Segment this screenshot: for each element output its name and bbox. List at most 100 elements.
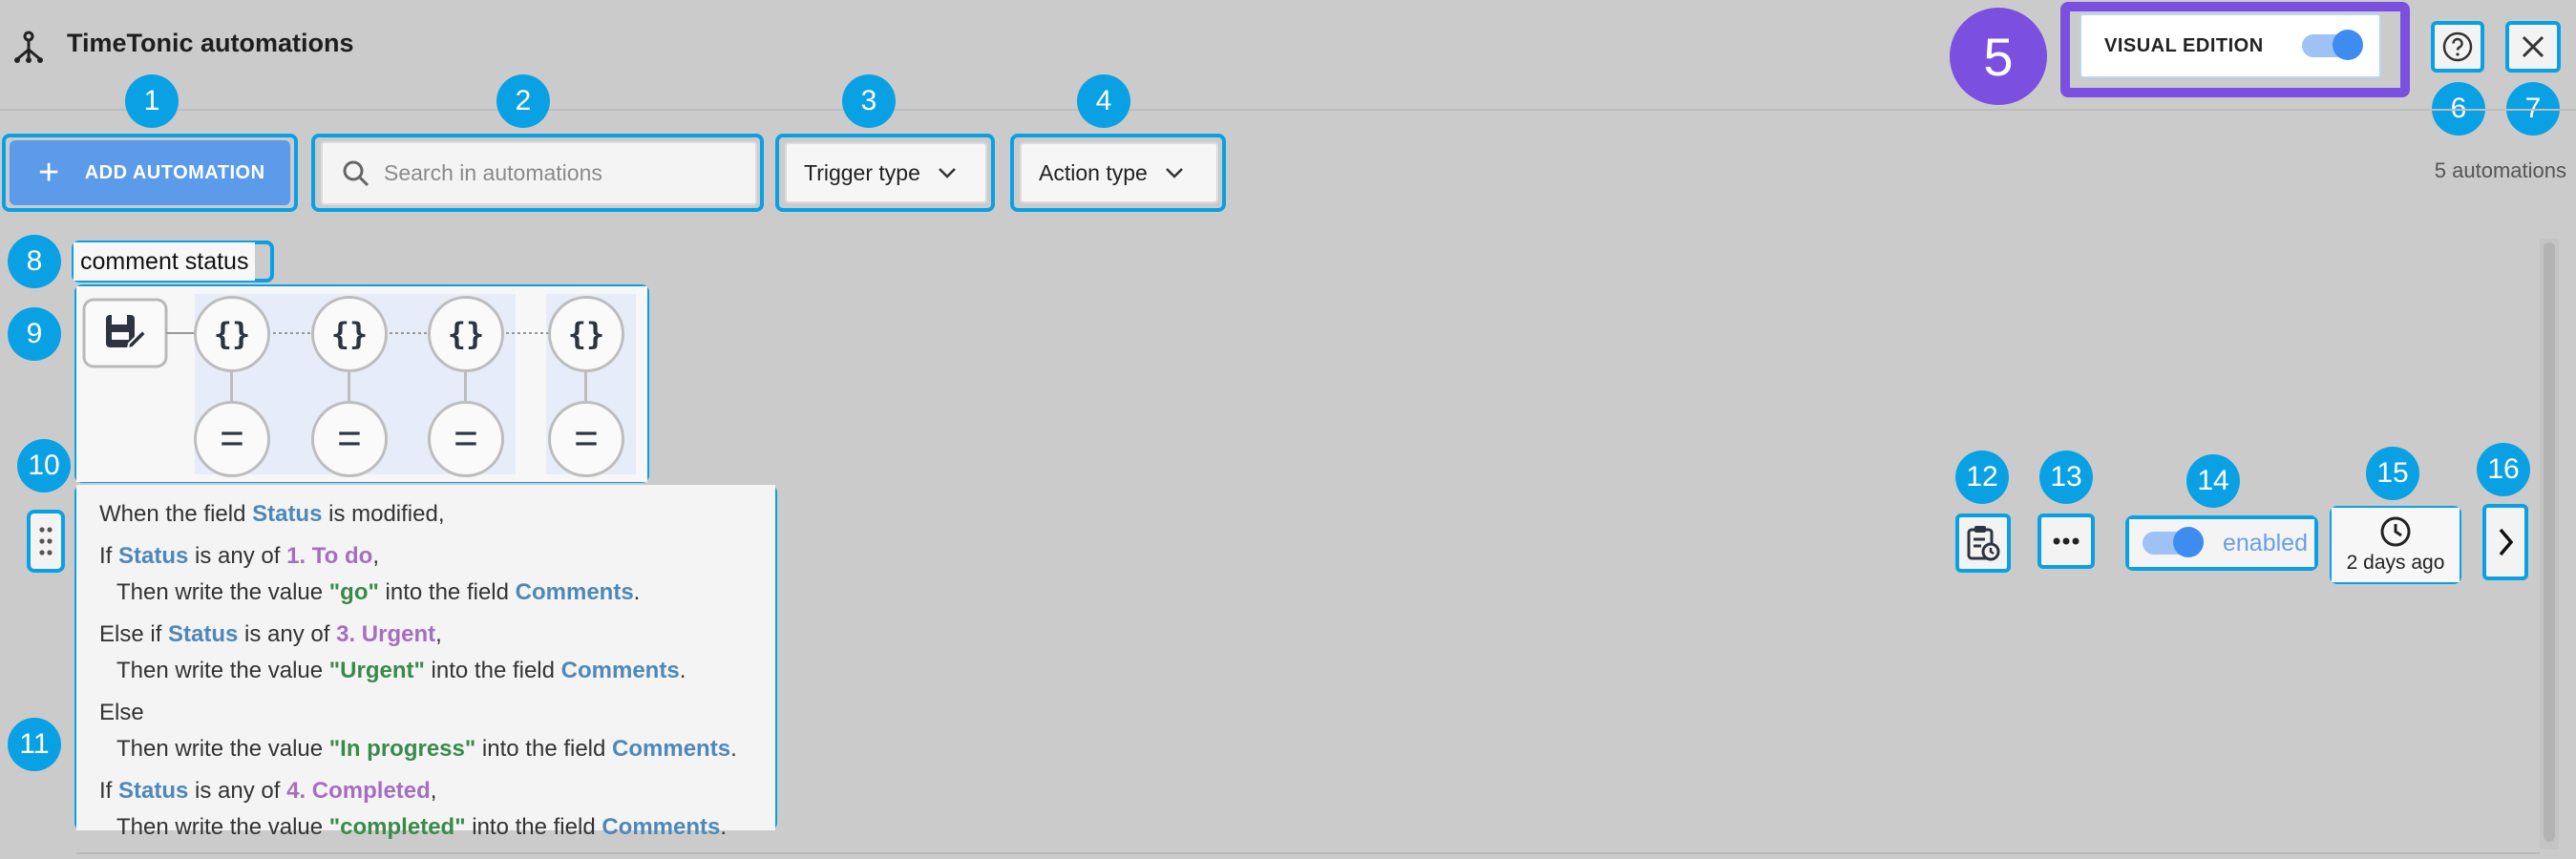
description-token: Status	[168, 621, 239, 647]
automation-name[interactable]: comment status	[74, 242, 256, 281]
callout-15: 15	[2366, 447, 2419, 500]
description-text: is any of	[238, 621, 337, 647]
description-line: Then write the value "In progress" into …	[99, 731, 775, 767]
enabled-switch[interactable]	[2143, 527, 2204, 557]
callout-8: 8	[8, 235, 61, 288]
callout-1: 1	[125, 74, 179, 128]
description-text: .	[730, 736, 737, 762]
expand-button[interactable]	[2482, 504, 2528, 580]
callout-9: 9	[8, 307, 61, 361]
description-text: Then write the value	[116, 736, 329, 762]
description-line: When the field Status is modified,	[99, 496, 775, 533]
callout-14: 14	[2186, 454, 2240, 508]
enabled-label: enabled	[2223, 529, 2308, 556]
description-text: If	[99, 778, 119, 804]
description-text: .	[633, 579, 641, 605]
drag-handle[interactable]	[27, 510, 65, 573]
description-text: is any of	[188, 543, 287, 569]
description-text: into the field	[378, 579, 516, 605]
visual-edition-switch[interactable]	[2301, 30, 2363, 60]
node-connector	[348, 372, 350, 401]
add-automation-button[interactable]: + ADD AUTOMATION	[10, 140, 290, 205]
automation-diagram[interactable]: {} {} {} {} = = = =	[76, 286, 647, 482]
assign-node-icon[interactable]: =	[194, 401, 270, 477]
callout-5: 5	[1950, 8, 2047, 105]
node-connector	[464, 372, 467, 401]
automation-description: When the field Status is modified, If Sta…	[76, 485, 775, 840]
description-text: ,	[430, 778, 437, 804]
description-text: into the field	[424, 658, 561, 683]
node-connector	[584, 372, 587, 401]
callout-16: 16	[2477, 443, 2530, 496]
description-text: Then write the value	[116, 579, 329, 605]
description-text: When the field	[99, 501, 253, 527]
description-token: Comments	[602, 814, 721, 840]
run-history-button[interactable]	[1955, 513, 2011, 573]
code-node-icon[interactable]: {}	[194, 296, 270, 372]
node-connector	[230, 372, 233, 401]
action-type-label: Action type	[1039, 159, 1148, 185]
enabled-toggle[interactable]: enabled	[2129, 519, 2314, 567]
help-icon	[2442, 31, 2473, 62]
search-input[interactable]: Search in automations	[321, 141, 757, 205]
search-icon	[343, 160, 370, 186]
code-node-icon[interactable]: {}	[311, 296, 388, 372]
callout-2: 2	[496, 74, 550, 128]
header-divider	[0, 109, 2576, 111]
description-text: into the field	[465, 814, 602, 840]
visual-edition-label: VISUAL EDITION	[2104, 34, 2264, 56]
trigger-type-dropdown[interactable]: Trigger type	[785, 142, 987, 203]
description-token: Comments	[515, 579, 634, 605]
description-token: Comments	[612, 736, 731, 762]
last-run-label: 2 days ago	[2346, 552, 2445, 574]
callout-10: 10	[17, 439, 71, 492]
automations-logo-icon	[10, 29, 48, 67]
description-line: Then write the value "completed" into th…	[99, 809, 775, 846]
description-token: Status	[252, 501, 323, 527]
description-token: "go"	[328, 579, 379, 605]
description-text: Then write the value	[116, 658, 329, 683]
search-placeholder: Search in automations	[384, 160, 602, 185]
description-line: Then write the value "Urgent" into the f…	[99, 653, 775, 689]
description-token: Comments	[560, 658, 680, 683]
description-text: Then write the value	[116, 814, 329, 840]
callout-11: 11	[8, 718, 61, 771]
description-text: ,	[372, 543, 379, 569]
code-node-icon[interactable]: {}	[428, 296, 504, 372]
description-text: .	[720, 814, 728, 840]
code-node-icon[interactable]: {}	[548, 296, 624, 372]
description-text: Else	[99, 700, 144, 725]
scrollbar-thumb[interactable]	[2544, 242, 2555, 842]
description-token: 3. Urgent	[336, 621, 436, 647]
callout-13: 13	[2039, 450, 2093, 504]
close-button[interactable]	[2505, 21, 2561, 73]
description-token: "Urgent"	[328, 658, 425, 683]
close-icon	[2522, 35, 2544, 58]
description-line: If Status is any of 4. Completed,	[99, 773, 775, 809]
plus-icon: +	[38, 153, 60, 193]
assign-node-icon[interactable]: =	[428, 401, 504, 477]
last-run-indicator: 2 days ago	[2332, 508, 2460, 582]
grip-dots-icon	[39, 527, 53, 555]
automation-count: 5 automations	[2434, 158, 2566, 182]
clipboard-clock-icon	[1967, 526, 2000, 561]
action-type-dropdown[interactable]: Action type	[1020, 142, 1218, 203]
assign-node-icon[interactable]: =	[311, 401, 388, 477]
callout-4: 4	[1077, 74, 1130, 128]
more-options-button[interactable]	[2038, 513, 2095, 569]
description-token: Status	[118, 778, 189, 804]
add-automation-label: ADD AUTOMATION	[84, 161, 265, 183]
help-button[interactable]	[2431, 21, 2484, 73]
app-title: TimeTonic automations	[67, 29, 354, 57]
description-text: into the field	[475, 736, 613, 762]
description-token: "In progress"	[328, 736, 476, 762]
chevron-down-icon	[938, 168, 956, 178]
visual-edition-toggle[interactable]: VISUAL EDITION	[2080, 13, 2381, 78]
ellipsis-icon	[2053, 537, 2080, 545]
callout-12: 12	[1955, 450, 2009, 504]
description-text: .	[679, 658, 686, 683]
description-line: Else if Status is any of 3. Urgent,	[99, 617, 775, 653]
chevron-right-icon	[2499, 528, 2514, 556]
assign-node-icon[interactable]: =	[548, 401, 624, 477]
description-token: 1. To do	[286, 543, 373, 569]
